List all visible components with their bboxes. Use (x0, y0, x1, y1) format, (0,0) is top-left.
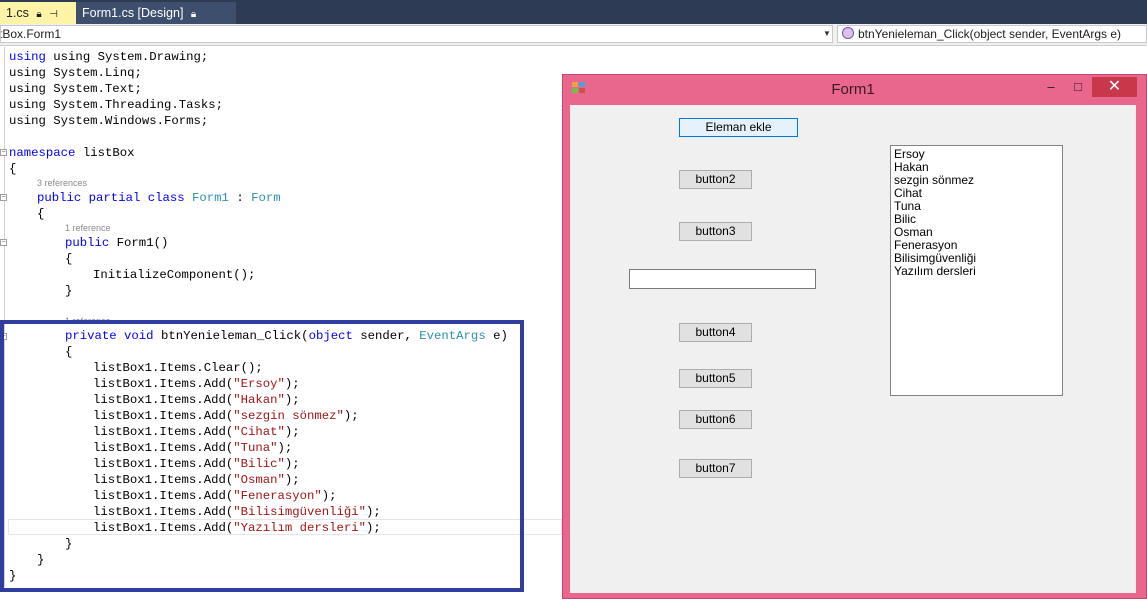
pin-icon[interactable]: 🔒︎ (36, 4, 41, 26)
button2[interactable]: button2 (679, 170, 752, 189)
button4[interactable]: button4 (679, 323, 752, 342)
tab-form1-cs[interactable]: 1.cs 🔒︎ ⊣ ✕ (0, 2, 76, 44)
brace-line: { (9, 162, 17, 176)
using-line: using System.Windows.Forms; (9, 114, 209, 128)
method-icon (842, 27, 854, 39)
class-references-codelens[interactable]: 3 references (37, 178, 87, 188)
brace-line: { (37, 207, 45, 221)
maximize-button[interactable]: □ (1068, 77, 1088, 97)
listbox1[interactable]: Ersoy Hakan sezgin sönmez Cihat Tuna Bil… (890, 145, 1063, 396)
using-line: using using System.Drawing; (9, 50, 209, 64)
button5[interactable]: button5 (679, 369, 752, 388)
minimize-button[interactable]: – (1041, 77, 1061, 97)
using-line: using System.Threading.Tasks; (9, 98, 224, 112)
form1-designer-window[interactable]: Form1 – □ ✕ Eleman ekle button2 button3 … (562, 74, 1147, 599)
using-line: using System.Text; (9, 82, 142, 96)
ctor-references-codelens[interactable]: 1 reference (65, 223, 111, 233)
ctor-body-line: InitializeComponent(); (93, 268, 256, 282)
tab-label: Form1.cs [Design] (82, 6, 184, 20)
eleman-ekle-button[interactable]: Eleman ekle (679, 118, 798, 137)
tab-form1-design[interactable]: Form1.cs [Design] 🔒︎ (76, 2, 236, 24)
list-item[interactable]: Tuna (894, 200, 1059, 213)
ctor-declaration-line: public Form1() (65, 236, 169, 250)
collapse-namespace-icon[interactable]: − (0, 149, 7, 156)
button7[interactable]: button7 (679, 459, 752, 478)
pin-tab-icon[interactable]: ⊣ (49, 4, 58, 26)
close-button[interactable]: ✕ (1092, 77, 1137, 97)
list-item[interactable]: Yazılım dersleri (894, 265, 1059, 278)
highlight-annotation-box (0, 320, 524, 592)
lock-icon: 🔒︎ (190, 9, 197, 20)
form-client-area[interactable]: Eleman ekle button2 button3 button4 butt… (570, 105, 1136, 593)
collapse-class-icon[interactable]: − (0, 194, 7, 201)
chevron-down-icon[interactable]: ▼ (822, 26, 832, 42)
member-selector-dropdown[interactable]: btnYenieleman_Click(object sender, Event… (837, 25, 1147, 43)
collapse-ctor-icon[interactable]: − (0, 239, 7, 246)
button6[interactable]: button6 (679, 410, 752, 429)
textbox1[interactable] (629, 269, 816, 289)
tab-label: 1.cs (6, 6, 29, 20)
using-line: using System.Linq; (9, 66, 142, 80)
brace-line: } (65, 284, 73, 298)
class-declaration-line: public partial class Form1 : Form (37, 191, 281, 205)
brace-line: { (65, 252, 73, 266)
class-selector-dropdown[interactable]: stBox.Form1 (0, 25, 833, 43)
document-tab-bar: 1.cs 🔒︎ ⊣ ✕ Form1.cs [Design] 🔒︎ (0, 0, 1147, 44)
namespace-line: namespace listBox (9, 146, 135, 160)
navigation-bar: stBox.Form1 ▼ btnYenieleman_Click(object… (0, 24, 1147, 46)
button3[interactable]: button3 (679, 222, 752, 241)
